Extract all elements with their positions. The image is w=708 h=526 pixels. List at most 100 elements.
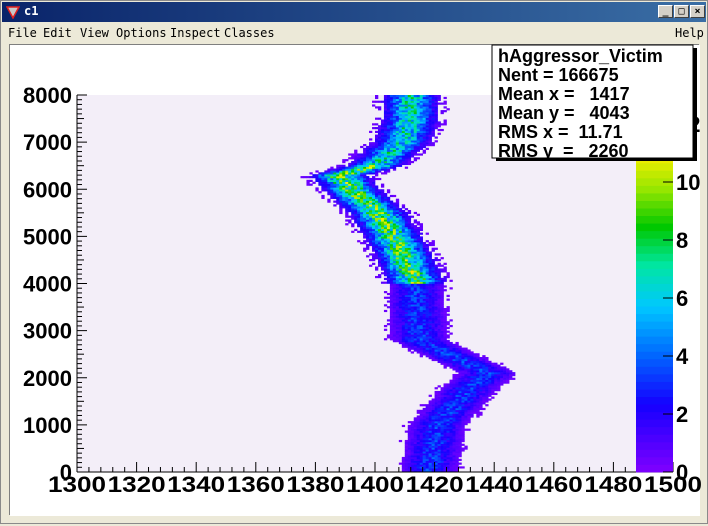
heatmap-cell [336,177,340,181]
heatmap-cell [440,343,444,346]
heatmap-cell [392,113,397,117]
heatmap-cell [389,245,394,248]
heatmap-cell [395,128,400,132]
heatmap-cell [372,149,376,152]
heatmap-cell [500,383,504,386]
heatmap-cell [377,132,382,135]
heatmap-cell [446,445,450,448]
heatmap-cell [434,113,438,117]
heatmap-cell [386,138,391,141]
heatmap-cell [446,402,450,405]
heatmap-cell [386,300,391,303]
heatmap-cell [339,194,343,198]
heatmap-cell [401,242,406,245]
heatmap-cell [366,164,370,167]
heatmap-cell [392,334,397,337]
heatmap-cell [428,253,432,256]
heatmap-cell [425,95,429,98]
palette-segment [636,351,673,360]
heatmap-cell [401,279,406,282]
heatmap-cell [419,111,423,115]
heatmap-cell [369,130,373,133]
heatmap-cell [407,159,412,162]
heatmap-cell [416,102,420,105]
heatmap-cell [413,309,418,313]
heatmap-cell [437,132,441,135]
heatmap-cell [380,121,385,124]
heatmap-cell [443,383,447,386]
heatmap-cell [395,259,400,262]
heatmap-cell [407,142,412,145]
heatmap-cell [422,268,426,271]
heatmap-cell [404,104,409,107]
heatmap-cell [449,436,453,439]
heatmap-cell [455,419,459,422]
heatmap-cell [425,311,429,314]
heatmap-cell [360,170,364,173]
heatmap-cell [428,306,432,309]
heatmap-cell [369,166,373,169]
heatmap-cell [366,208,370,211]
heatmap-cell [455,379,459,382]
heatmap-cell [422,332,426,335]
heatmap-cell [416,260,420,264]
heatmap-cell [425,334,429,337]
heatmap-cell [369,168,373,171]
heatmap-cell [455,424,459,428]
heatmap-cell [410,462,415,465]
heatmap-cell [464,353,468,356]
heatmap-cell [357,230,361,233]
heatmap-cell [416,343,420,346]
heatmap-cell [431,324,435,328]
heatmap-cell [473,375,477,379]
heatmap-cell [360,159,364,162]
heatmap-cell [437,351,441,354]
heatmap-cell [395,164,400,167]
heatmap-cell [404,215,409,218]
heatmap-cell [461,355,465,358]
heatmap-cell [366,196,370,199]
heatmap-cell [401,324,406,328]
heatmap-cell [428,300,432,303]
heatmap-cell [372,172,376,175]
heatmap-cell [401,113,406,117]
heatmap-cell [401,119,406,122]
heatmap-cell [375,193,379,196]
heatmap-cell [398,268,403,271]
heatmap-cell [428,421,432,424]
heatmap-cell [425,422,429,426]
heatmap-cell [377,274,382,277]
heatmap-cell [425,313,429,316]
heatmap-cell [386,257,391,260]
heatmap-cell [398,138,403,141]
heatmap-cell [380,215,385,218]
heatmap-cell [375,230,379,233]
heatmap-cell [488,392,492,396]
heatmap-cell [377,200,382,203]
heatmap-cell [425,253,429,256]
heatmap-cell [440,353,444,356]
heatmap-cell [324,189,328,192]
heatmap-cell [479,366,483,369]
heatmap-cell [479,398,483,401]
heatmap-cell [354,155,358,158]
heatmap-cell [434,406,438,409]
heatmap-cell [440,462,444,465]
heatmap-cell [497,368,501,371]
heatmap-cell [446,404,450,407]
heatmap-cell [440,360,444,363]
heatmap-cell [348,219,352,222]
heatmap-cell [339,208,343,211]
heatmap-cell [345,206,349,209]
heatmap-cell [407,287,412,290]
heatmap-cell [342,200,346,203]
heatmap-cell [449,351,453,354]
heatmap-cell [425,283,429,286]
heatmap-cell [479,357,483,360]
heatmap-cell [437,439,441,443]
heatmap-cell [428,96,432,100]
plot-canvas[interactable]: 0 1000 2000 3000 4000 5000 6000 7000 8000 1300 13… [9,44,702,516]
stats-box[interactable]: hAggressor_VictimNent = 166675Mean x = 1… [491,44,697,161]
heatmap-cell [494,370,498,373]
heatmap-cell [413,279,418,282]
